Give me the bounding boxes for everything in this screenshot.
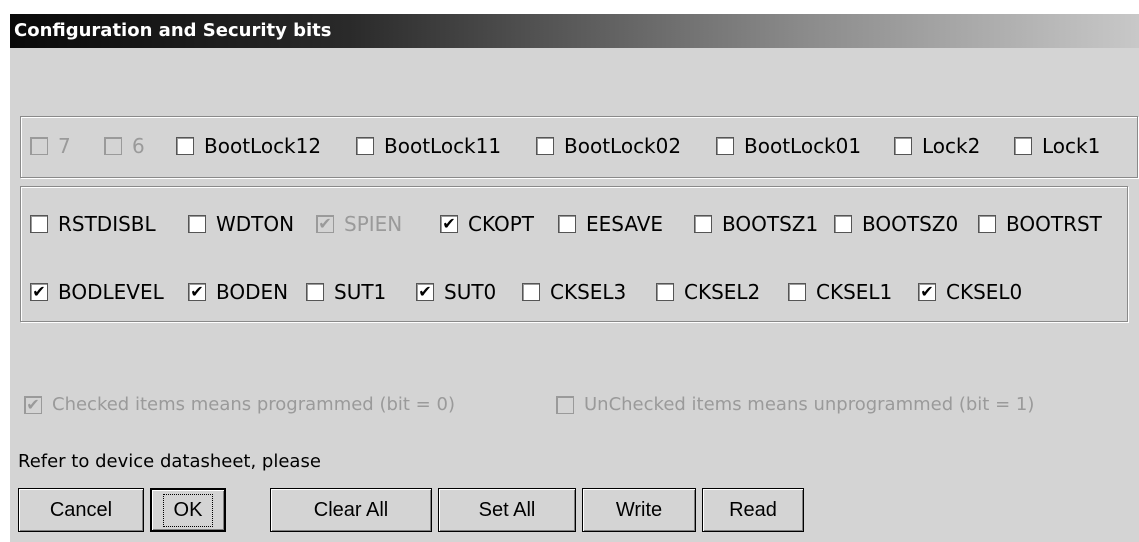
checkbox-bootlock01-box[interactable] [716, 137, 734, 155]
checkbox-eesave-label: EESAVE [586, 212, 664, 236]
checkbox-cksel2-box[interactable] [656, 283, 674, 301]
checkbox-wdton-label: WDTON [216, 212, 295, 236]
set-all-button-label: Set All [478, 498, 536, 521]
checkbox-bootlock02[interactable]: BootLock02 [536, 134, 681, 158]
checkbox-wdton[interactable]: WDTON [188, 212, 294, 236]
checkbox-6-box [104, 137, 122, 155]
checkbox-cksel3-box[interactable] [522, 283, 540, 301]
legend-checked: ✔ Checked items means programmed (bit = … [24, 394, 455, 415]
checkbox-cksel1-box[interactable] [788, 283, 806, 301]
checkbox-sut0-box[interactable]: ✔ [416, 283, 434, 301]
checkbox-lock2[interactable]: Lock2 [894, 134, 980, 158]
checkbox-bootlock01[interactable]: BootLock01 [716, 134, 861, 158]
checkbox-ckopt-box[interactable]: ✔ [440, 215, 458, 233]
checkbox-eesave[interactable]: EESAVE [558, 212, 663, 236]
cancel-button[interactable]: Cancel [18, 488, 144, 532]
checkbox-bootrst-box[interactable] [978, 215, 996, 233]
checkbox-cksel0-label: CKSEL0 [946, 280, 1023, 304]
checkbox-bootlock11[interactable]: BootLock11 [356, 134, 501, 158]
checkbox-bootrst[interactable]: BOOTRST [978, 212, 1102, 236]
write-button[interactable]: Write [582, 488, 696, 532]
checkbox-bootlock02-label: BootLock02 [564, 134, 682, 158]
checkbox-bootlock12-box[interactable] [176, 137, 194, 155]
checkbox-lock2-box[interactable] [894, 137, 912, 155]
checkbox-bootlock02-box[interactable] [536, 137, 554, 155]
checkbox-bodlevel[interactable]: ✔ BODLEVEL [30, 280, 164, 304]
checkbox-cksel1-label: CKSEL1 [816, 280, 893, 304]
window-edge-top [10, 0, 1139, 14]
title-bar: Configuration and Security bits [10, 14, 1139, 48]
checkbox-bootlock12[interactable]: BootLock12 [176, 134, 321, 158]
checkbox-7-label: 7 [58, 134, 71, 158]
checkbox-bootsz1-label: BOOTSZ1 [722, 212, 819, 236]
checkbox-cksel0-box[interactable]: ✔ [918, 283, 936, 301]
legend-checked-checkbox: ✔ [24, 395, 42, 414]
checkbox-ckopt[interactable]: ✔ CKOPT [440, 212, 534, 236]
checkbox-rstdisbl[interactable]: RSTDISBL [30, 212, 156, 236]
legend-unchecked-label: UnChecked items means unprogrammed (bit … [584, 394, 1035, 415]
clear-all-button-label: Clear All [313, 498, 389, 521]
clear-all-button[interactable]: Clear All [270, 488, 432, 532]
checkbox-spien-box: ✔ [316, 215, 334, 233]
checkbox-bootsz0[interactable]: BOOTSZ0 [834, 212, 958, 236]
checkbox-sut1[interactable]: SUT1 [306, 280, 386, 304]
legend-unchecked-checkbox [556, 395, 574, 414]
ok-button[interactable]: OK [150, 488, 226, 532]
checkbox-bootlock12-label: BootLock12 [204, 134, 322, 158]
checkbox-bodlevel-box[interactable]: ✔ [30, 283, 48, 301]
checkbox-sut1-box[interactable] [306, 283, 324, 301]
checkbox-bootlock11-box[interactable] [356, 137, 374, 155]
checkbox-bootsz0-label: BOOTSZ0 [862, 212, 959, 236]
checkbox-boden-box[interactable]: ✔ [188, 283, 206, 301]
legend-unchecked: UnChecked items means unprogrammed (bit … [556, 394, 1034, 415]
checkbox-bootsz1-box[interactable] [694, 215, 712, 233]
set-all-button[interactable]: Set All [438, 488, 576, 532]
checkbox-sut0-label: SUT0 [444, 280, 497, 304]
checkbox-6: 6 [104, 134, 145, 158]
write-button-label: Write [615, 498, 663, 521]
checkbox-bodlevel-label: BODLEVEL [58, 280, 164, 304]
checkbox-lock1-box[interactable] [1014, 137, 1032, 155]
checkbox-cksel3-label: CKSEL3 [550, 280, 627, 304]
checkbox-wdton-box[interactable] [188, 215, 206, 233]
checkbox-bootrst-label: BOOTRST [1006, 212, 1102, 236]
checkbox-cksel3[interactable]: CKSEL3 [522, 280, 626, 304]
checkbox-bootsz0-box[interactable] [834, 215, 852, 233]
checkbox-spien-label: SPIEN [344, 212, 403, 236]
datasheet-hint: Refer to device datasheet, please [18, 451, 321, 472]
checkbox-eesave-box[interactable] [558, 215, 576, 233]
checkbox-7: 7 [30, 134, 71, 158]
checkbox-bootsz1[interactable]: BOOTSZ1 [694, 212, 818, 236]
checkbox-ckopt-label: CKOPT [468, 212, 535, 236]
legend-checked-label: Checked items means programmed (bit = 0) [52, 394, 455, 415]
checkbox-bootlock01-label: BootLock01 [744, 134, 862, 158]
read-button[interactable]: Read [702, 488, 804, 532]
ok-button-label: OK [162, 493, 214, 527]
checkbox-spien: ✔ SPIEN [316, 212, 402, 236]
checkbox-cksel2[interactable]: CKSEL2 [656, 280, 760, 304]
read-button-label: Read [729, 498, 777, 521]
checkbox-boden-label: BODEN [216, 280, 289, 304]
checkbox-cksel1[interactable]: CKSEL1 [788, 280, 892, 304]
window-title: Configuration and Security bits [14, 20, 332, 41]
checkbox-rstdisbl-label: RSTDISBL [58, 212, 156, 236]
checkbox-cksel2-label: CKSEL2 [684, 280, 761, 304]
checkbox-6-label: 6 [132, 134, 145, 158]
checkbox-bootlock11-label: BootLock11 [384, 134, 502, 158]
checkbox-sut1-label: SUT1 [334, 280, 387, 304]
window-edge-left [0, 0, 10, 542]
checkbox-7-box [30, 137, 48, 155]
checkbox-lock2-label: Lock2 [922, 134, 981, 158]
checkbox-rstdisbl-box[interactable] [30, 215, 48, 233]
cancel-button-label: Cancel [49, 498, 113, 521]
checkbox-cksel0[interactable]: ✔ CKSEL0 [918, 280, 1022, 304]
checkbox-lock1-label: Lock1 [1042, 134, 1101, 158]
checkbox-lock1[interactable]: Lock1 [1014, 134, 1100, 158]
checkbox-sut0[interactable]: ✔ SUT0 [416, 280, 496, 304]
checkbox-boden[interactable]: ✔ BODEN [188, 280, 288, 304]
